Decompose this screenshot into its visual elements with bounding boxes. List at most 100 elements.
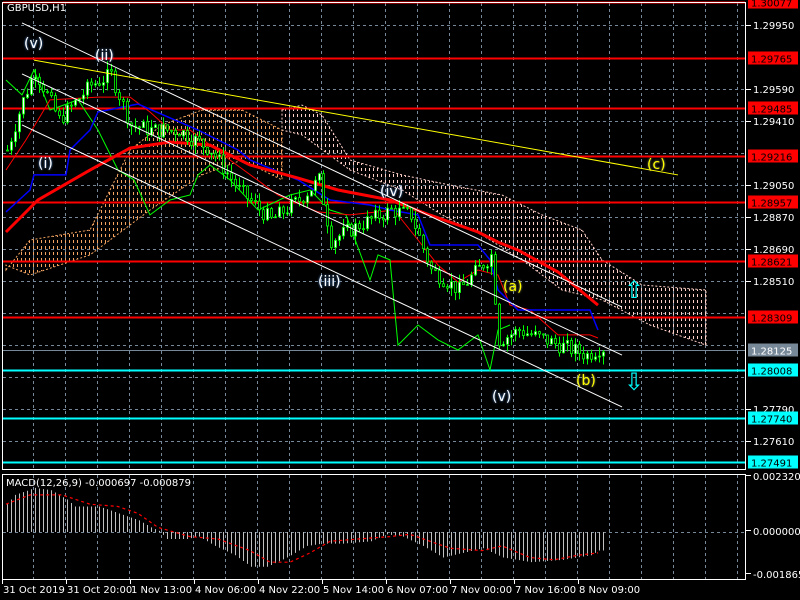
candle-bear: [174, 129, 177, 135]
candle-bear: [414, 218, 417, 229]
time-label: 5 Nov 14:00: [323, 585, 384, 596]
candle-bull: [342, 227, 345, 237]
candle-bear: [198, 135, 201, 140]
candle-bull: [74, 99, 77, 106]
candle-bear: [254, 200, 257, 202]
time-label: 4 Nov 22:00: [259, 585, 320, 596]
price-tick-label: 1.28690: [753, 245, 794, 256]
time-label: 8 Nov 09:00: [579, 585, 640, 596]
candle-bull: [10, 141, 13, 151]
candle-bull: [290, 198, 293, 214]
candle-bear: [186, 130, 189, 142]
candle-bull: [226, 172, 229, 175]
candle-bear: [110, 69, 113, 72]
candle-bear: [498, 303, 501, 347]
candle-bear: [126, 100, 129, 124]
level-price-label: 1.28008: [751, 367, 792, 378]
candle-bull: [338, 235, 341, 241]
level-price-label: 1.29485: [751, 105, 792, 116]
candle-bear: [422, 234, 425, 250]
candle-bull: [34, 76, 37, 80]
candle-bear: [230, 172, 233, 180]
wave-label-a: (a): [503, 279, 523, 295]
candle-bear: [118, 92, 121, 101]
time-axis: 31 Oct 2019 31 Oct 20:001 Nov 13:00 4 Nov …: [2, 580, 640, 596]
candle-bear: [442, 283, 445, 287]
candle-bear: [234, 178, 237, 187]
candle-bull: [106, 69, 109, 84]
candle-bear: [250, 198, 253, 201]
candle-bear: [42, 84, 45, 93]
candle-bull: [278, 206, 281, 218]
candle-bear: [170, 129, 173, 132]
candle-bull: [598, 355, 601, 358]
candle-bear: [270, 208, 273, 218]
candle-bear: [50, 91, 53, 96]
candle-bear: [554, 338, 557, 345]
candle-bull: [314, 179, 317, 192]
candle-bull: [78, 98, 81, 101]
candle-bear: [570, 340, 573, 355]
candle-bear: [542, 333, 545, 336]
candle-bear: [190, 140, 193, 146]
candle-bull: [574, 343, 577, 355]
candle-bull: [318, 173, 321, 181]
candle-bull: [562, 342, 565, 354]
candle-bull: [94, 83, 97, 86]
candle-bear: [58, 110, 61, 117]
candle-bear: [462, 281, 465, 286]
candle-bear: [262, 209, 265, 221]
candle-bull: [286, 212, 289, 215]
candle-bear: [590, 353, 593, 360]
candle-bull: [306, 195, 309, 204]
candle-bull: [402, 206, 405, 209]
level-price-label: 1.30077: [751, 0, 792, 10]
candle-bull: [210, 152, 213, 155]
candle-bull: [102, 82, 105, 86]
candle-bear: [258, 200, 261, 211]
level-price-label: 1.28309: [751, 314, 792, 325]
price-axis: 1.29950 1.29590 1.29410 1.29050 1.28870 1.286…: [746, 0, 800, 581]
wave-label-b: (b): [576, 373, 596, 389]
candle-bear: [166, 124, 169, 131]
cloud-orange: [5, 109, 283, 276]
candle-bull: [374, 209, 377, 219]
candle-bull: [458, 281, 461, 293]
candle-bear: [138, 126, 141, 129]
macd-signal-line: [5, 494, 599, 563]
candle-bear: [62, 115, 65, 123]
candle-bull: [218, 154, 221, 158]
price-chart[interactable]: 1.29950 1.29590 1.29410 1.29050 1.28870 1.286…: [0, 0, 800, 600]
candle-bear: [362, 228, 365, 231]
candle-bear: [378, 209, 381, 219]
candle-bull: [66, 104, 69, 123]
candle-bear: [222, 154, 225, 174]
candle-bear: [38, 76, 41, 85]
candle-bull: [18, 113, 21, 133]
candle-bear: [530, 333, 533, 336]
macd-tick-label: 0.000000: [753, 527, 800, 538]
macd-title: MACD(12,26,9) -0.000697 -0.000879: [6, 478, 191, 489]
level-price-label: 1.27491: [751, 459, 792, 470]
candle-bear: [482, 264, 485, 269]
arrow-down-icon: ⇩: [624, 368, 645, 396]
candle-bear: [326, 204, 329, 227]
candle-bear: [446, 286, 449, 289]
candle-bull: [502, 343, 505, 347]
candle-bear: [70, 104, 73, 107]
candle-bear: [46, 91, 49, 94]
price-tick-label: 1.29050: [753, 181, 794, 192]
candle-bull: [82, 94, 85, 100]
candle-bull: [366, 216, 369, 230]
candle-bear: [578, 343, 581, 354]
candle-bear: [206, 146, 209, 155]
level-price-label: 1.29216: [751, 153, 792, 164]
level-price-label: 1.28621: [751, 258, 792, 269]
price-tick-label: 1.29590: [753, 85, 794, 96]
candle-bear: [214, 152, 217, 158]
symbol-title: GBPUSD,H1: [7, 3, 67, 14]
candle-bull: [506, 337, 509, 345]
candle-bull: [162, 124, 165, 138]
candle-bear: [426, 248, 429, 263]
candle-bull: [526, 333, 529, 336]
